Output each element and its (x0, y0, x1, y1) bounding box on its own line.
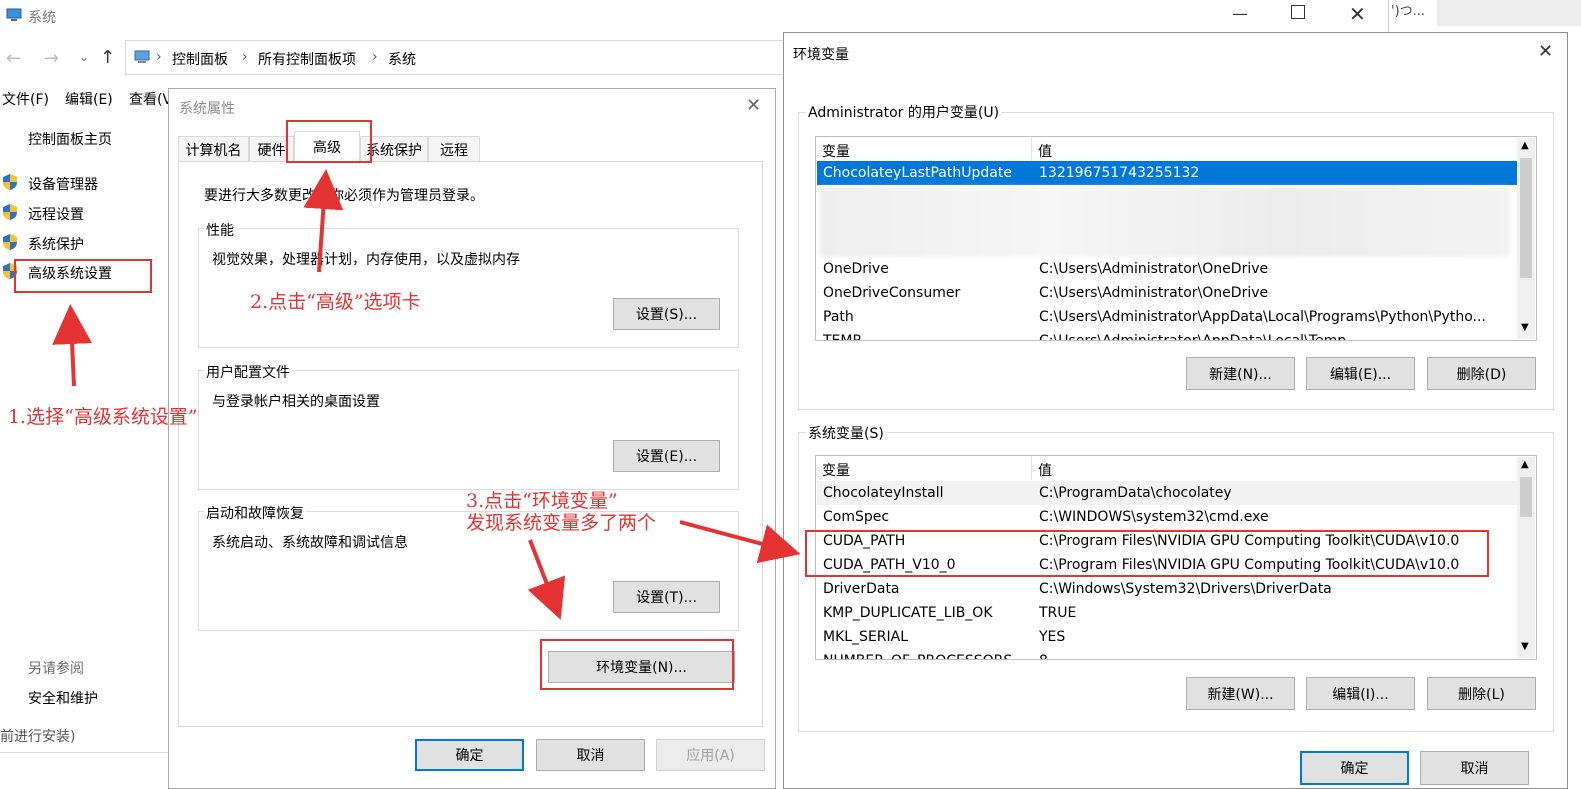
arrow-step3-cuda (679, 520, 801, 564)
arrow-step1 (52, 304, 93, 387)
annotation-arrows (52, 169, 801, 620)
arrow-step2 (303, 169, 344, 273)
arrow-step3-env (527, 539, 566, 620)
